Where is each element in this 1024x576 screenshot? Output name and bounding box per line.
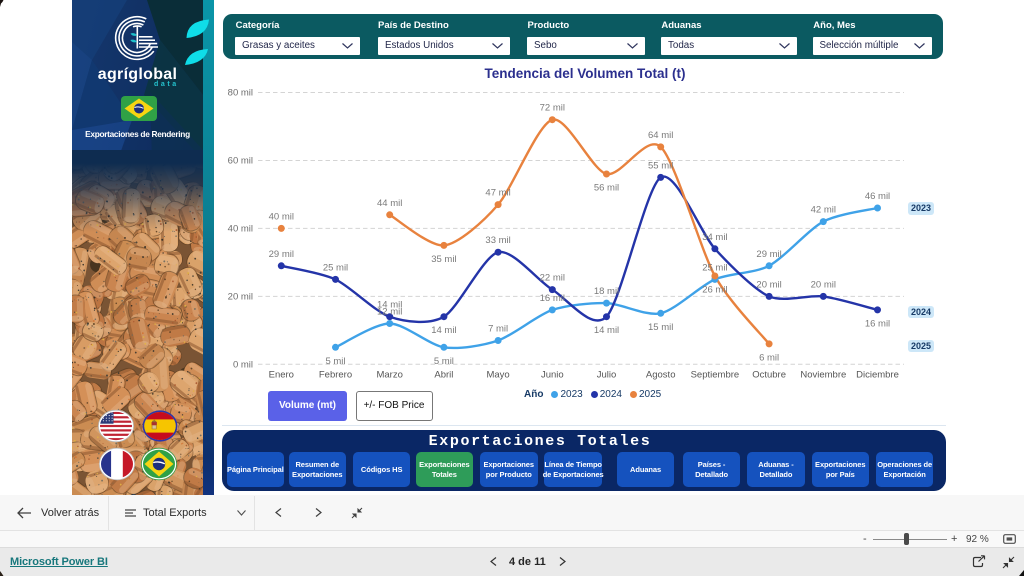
svg-text:40 mil: 40 mil bbox=[228, 224, 253, 235]
svg-text:7 mil: 7 mil bbox=[488, 324, 508, 335]
svg-text:0 mil: 0 mil bbox=[233, 360, 253, 371]
svg-text:20 mil: 20 mil bbox=[228, 292, 253, 303]
svg-text:Enero: Enero bbox=[269, 370, 294, 381]
svg-text:Junio: Junio bbox=[541, 370, 564, 381]
svg-text:33 mil: 33 mil bbox=[485, 235, 510, 246]
svg-text:16 mil: 16 mil bbox=[865, 318, 890, 329]
svg-text:44 mil: 44 mil bbox=[377, 198, 402, 209]
svg-text:20 mil: 20 mil bbox=[811, 279, 836, 290]
svg-text:Diciembre: Diciembre bbox=[856, 370, 899, 381]
svg-text:29 mil: 29 mil bbox=[756, 249, 781, 260]
svg-text:Septiembre: Septiembre bbox=[691, 370, 740, 381]
svg-text:26 mil: 26 mil bbox=[702, 285, 727, 296]
svg-text:20 mil: 20 mil bbox=[756, 279, 781, 290]
svg-text:35 mil: 35 mil bbox=[431, 254, 456, 265]
svg-text:6 mil: 6 mil bbox=[759, 352, 779, 363]
svg-text:56 mil: 56 mil bbox=[594, 183, 619, 194]
svg-text:12 mil: 12 mil bbox=[377, 307, 402, 318]
svg-text:42 mil: 42 mil bbox=[811, 205, 836, 216]
svg-text:25 mil: 25 mil bbox=[323, 262, 348, 273]
svg-text:Julio: Julio bbox=[597, 370, 617, 381]
svg-text:Marzo: Marzo bbox=[376, 370, 402, 381]
svg-text:14 mil: 14 mil bbox=[431, 325, 456, 336]
svg-text:Febrero: Febrero bbox=[319, 370, 352, 381]
svg-text:55 mil: 55 mil bbox=[648, 160, 673, 171]
svg-text:29 mil: 29 mil bbox=[269, 249, 294, 260]
svg-text:22 mil: 22 mil bbox=[540, 273, 565, 284]
svg-text:72 mil: 72 mil bbox=[540, 103, 565, 114]
svg-text:15 mil: 15 mil bbox=[648, 322, 673, 333]
svg-text:80 mil: 80 mil bbox=[228, 88, 253, 99]
svg-text:34 mil: 34 mil bbox=[702, 232, 727, 243]
svg-text:25 mil: 25 mil bbox=[702, 262, 727, 273]
svg-text:46 mil: 46 mil bbox=[865, 191, 890, 202]
svg-text:18 mil: 18 mil bbox=[594, 286, 619, 297]
svg-text:64 mil: 64 mil bbox=[648, 130, 673, 141]
svg-text:5 mil: 5 mil bbox=[434, 356, 454, 367]
svg-text:Abril: Abril bbox=[434, 370, 453, 381]
svg-text:Octubre: Octubre bbox=[752, 370, 786, 381]
svg-text:40 mil: 40 mil bbox=[269, 211, 294, 222]
svg-text:5 mil: 5 mil bbox=[325, 356, 345, 367]
svg-text:16 mil: 16 mil bbox=[540, 293, 565, 304]
svg-text:Agosto: Agosto bbox=[646, 370, 676, 381]
svg-text:Noviembre: Noviembre bbox=[800, 370, 846, 381]
svg-text:60 mil: 60 mil bbox=[228, 156, 253, 167]
svg-text:14 mil: 14 mil bbox=[594, 325, 619, 336]
svg-text:47 mil: 47 mil bbox=[485, 188, 510, 199]
svg-text:Mayo: Mayo bbox=[486, 370, 509, 381]
